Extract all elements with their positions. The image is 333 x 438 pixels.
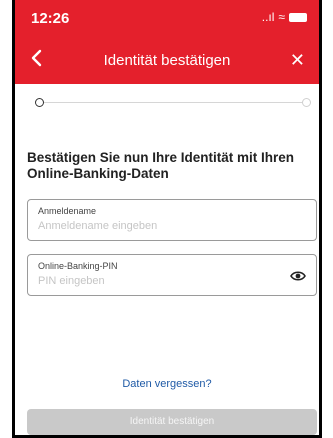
username-input[interactable] xyxy=(38,220,278,232)
signal-icon: ..ıl xyxy=(261,10,275,24)
identity-heading: Bestätigen Sie nun Ihre Identität mit Ih… xyxy=(27,150,295,181)
app-screen: 12:26 ..ıl ≈ Identität bestätigen ✕ Best… xyxy=(12,0,322,438)
step-2-indicator xyxy=(302,98,311,107)
progress-stepper xyxy=(35,98,311,108)
page-title: Identität bestätigen xyxy=(103,52,231,69)
progress-track xyxy=(43,102,303,103)
step-1-indicator xyxy=(35,98,44,107)
header-bar: 12:26 ..ıl ≈ Identität bestätigen ✕ xyxy=(15,0,319,84)
battery-icon xyxy=(289,12,307,22)
username-field[interactable]: Anmeldename xyxy=(27,199,317,241)
forgot-data-link[interactable]: Daten vergessen? xyxy=(15,378,319,390)
username-label: Anmeldename xyxy=(38,206,97,216)
status-icons: ..ıl ≈ xyxy=(262,10,307,24)
confirm-identity-button[interactable]: Identität bestätigen xyxy=(27,409,317,435)
close-icon[interactable]: ✕ xyxy=(290,50,305,71)
status-time: 12:26 xyxy=(31,10,70,27)
pin-field[interactable]: Online-Banking-PIN xyxy=(27,254,317,296)
pin-label: Online-Banking-PIN xyxy=(38,261,118,271)
eye-icon[interactable] xyxy=(290,269,306,281)
pin-input[interactable] xyxy=(38,275,278,287)
wifi-icon: ≈ xyxy=(278,10,285,24)
